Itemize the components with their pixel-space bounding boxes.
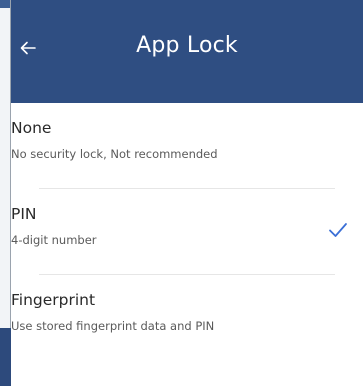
background-window (0, 0, 11, 328)
option-fingerprint[interactable]: Fingerprint Use stored fingerprint data … (11, 275, 363, 361)
option-description: Use stored fingerprint data and PIN (11, 319, 215, 333)
page-title: App Lock (136, 33, 238, 58)
background-window-strip (0, 0, 10, 8)
option-description: 4-digit number (11, 233, 97, 247)
option-label: Fingerprint (11, 291, 96, 309)
option-none[interactable]: None No security lock, Not recommended (11, 103, 363, 189)
back-arrow-icon (20, 41, 36, 55)
back-button[interactable] (13, 33, 43, 63)
option-description: No security lock, Not recommended (11, 147, 218, 161)
option-pin[interactable]: PIN 4-digit number (11, 189, 363, 275)
option-label: PIN (11, 205, 37, 223)
lock-options-list: None No security lock, Not recommended P… (11, 103, 363, 361)
option-label: None (11, 119, 52, 137)
checkmark-icon (329, 223, 347, 237)
app-bar: App Lock (11, 0, 363, 103)
window-frame: App Lock None No security lock, Not reco… (0, 0, 363, 386)
app-lock-screen: App Lock None No security lock, Not reco… (11, 0, 363, 386)
